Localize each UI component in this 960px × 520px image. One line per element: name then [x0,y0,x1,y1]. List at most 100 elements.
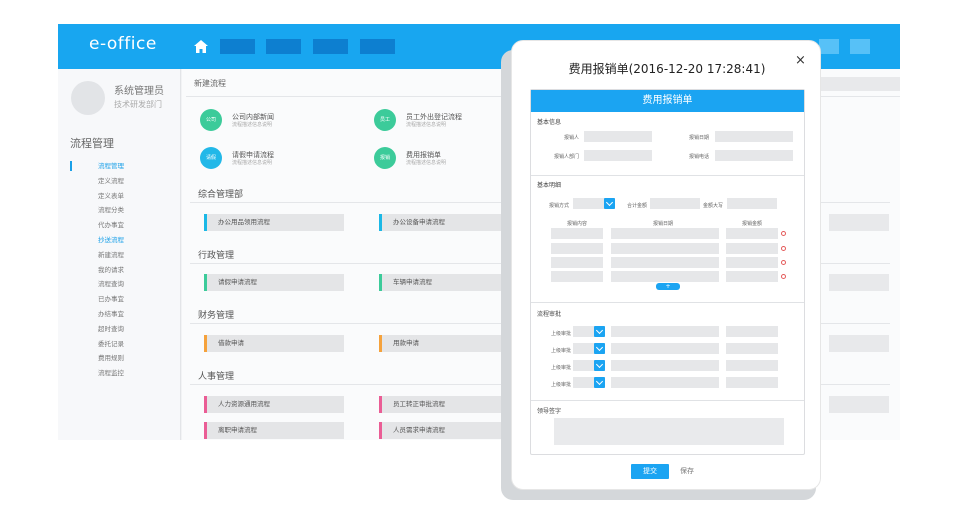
modal-title: 费用报销单(2016-12-20 17:28:41) [568,62,766,76]
delete-row-icon[interactable] [781,260,786,265]
add-row-button[interactable]: + [656,283,680,290]
detail-amount-cell[interactable] [726,257,778,268]
sidebar-item-flow-category[interactable]: 流程分类 [70,203,124,218]
process-item[interactable]: 人员需求申请流程 [379,422,519,439]
process-item[interactable]: 办公设备申请流程 [379,214,519,231]
delete-row-icon[interactable] [781,274,786,279]
total-amount-field[interactable] [650,198,700,209]
detail-date-cell[interactable] [611,243,719,254]
sidebar-menu: 流程管理 定义流程 定义表单 流程分类 代办事宜 抄送流程 新建流程 我的请求 … [70,159,124,381]
sidebar-item-todo[interactable]: 代办事宜 [70,218,124,233]
submit-button[interactable]: 提交 [631,464,669,479]
approval-date-field[interactable] [726,326,778,337]
nav-menu-item-3[interactable] [313,39,348,54]
sidebar-item-fee-rules[interactable]: 费用规则 [70,351,124,366]
process-item[interactable]: 车辆申请流程 [379,274,519,291]
detail-content-cell[interactable] [551,271,603,282]
approval-date-field[interactable] [726,343,778,354]
field-label: 上级审批 [550,382,571,388]
toolbar-button-2[interactable] [850,39,870,54]
approval-comment-field[interactable] [611,377,719,388]
process-item[interactable]: 请假申请流程 [204,274,344,291]
detail-amount-cell[interactable] [726,271,778,282]
flow-badge: 报销 [374,147,396,169]
process-item[interactable] [829,396,889,413]
nav-menu-item-2[interactable] [266,39,301,54]
detail-date-cell[interactable] [611,228,719,239]
amount-in-words-field[interactable] [727,198,777,209]
delete-row-icon[interactable] [781,231,786,236]
app-logo: e-office [89,34,157,54]
approval-date-field[interactable] [726,377,778,388]
approver-select[interactable] [573,360,605,371]
detail-content-cell[interactable] [551,243,603,254]
sidebar-item-define-form[interactable]: 定义表单 [70,189,124,204]
reimburser-field[interactable] [584,131,652,142]
reimburse-date-field[interactable] [715,131,793,142]
delete-row-icon[interactable] [781,246,786,251]
sidebar-item-timeout[interactable]: 超时查询 [70,322,124,337]
detail-amount-cell[interactable] [726,243,778,254]
field-label: 上级审批 [550,365,571,371]
field-label: 报销人部门 [553,154,579,160]
approval-comment-field[interactable] [611,326,719,337]
sidebar-item-monitor[interactable]: 流程监控 [70,366,124,381]
department-field[interactable] [584,150,652,161]
toolbar-button-1[interactable] [819,39,839,54]
avatar[interactable] [71,81,105,115]
column-header: 报销金额 [742,221,763,227]
flow-description: 流程描述信息说明 [406,122,447,128]
sidebar-item-flow-manage[interactable]: 流程管理 [70,159,124,174]
process-item[interactable]: 借款申请 [204,335,344,352]
process-item[interactable] [829,214,889,231]
field-label: 上级审批 [550,331,571,337]
field-label: 报销电话 [688,154,709,160]
chevron-down-icon[interactable] [604,198,615,209]
detail-amount-cell[interactable] [726,228,778,239]
chevron-down-icon[interactable] [594,326,605,337]
approval-comment-field[interactable] [611,343,719,354]
nav-menu-item-4[interactable] [360,39,395,54]
nav-menu-item-1[interactable] [220,39,255,54]
signature-box[interactable] [554,418,784,445]
process-item[interactable]: 办公用品领用流程 [204,214,344,231]
quick-flow-item[interactable]: 请假 请假申请流程 流程描述信息说明 [200,147,380,177]
sidebar-item-delegation[interactable]: 委托记录 [70,337,124,352]
process-item[interactable]: 人力资源通用流程 [204,396,344,413]
sidebar-item-define-flow[interactable]: 定义流程 [70,174,124,189]
approver-select[interactable] [573,343,605,354]
save-button[interactable]: 保存 [680,465,694,478]
sidebar-item-flow-query[interactable]: 流程查询 [70,277,124,292]
process-item[interactable]: 用款申请 [379,335,519,352]
section-title: 综合管理部 [198,190,244,200]
sidebar-item-finished[interactable]: 办结事宜 [70,307,124,322]
approval-date-field[interactable] [726,360,778,371]
payment-method-select[interactable] [573,198,615,209]
flow-badge: 公司 [200,109,222,131]
chevron-down-icon[interactable] [594,377,605,388]
detail-date-cell[interactable] [611,271,719,282]
process-item[interactable]: 员工转正审批流程 [379,396,519,413]
sidebar-item-my-requests[interactable]: 我的请求 [70,263,124,278]
quick-flow-item[interactable]: 公司 公司内部新闻 流程描述信息说明 [200,109,380,139]
phone-field[interactable] [715,150,793,161]
section-title: 财务管理 [198,311,235,321]
section-title: 领导签字 [537,408,562,415]
close-icon[interactable]: × [795,53,806,68]
section-title: 行政管理 [198,251,235,261]
process-item[interactable]: 离职申请流程 [204,422,344,439]
chevron-down-icon[interactable] [594,343,605,354]
detail-content-cell[interactable] [551,257,603,268]
process-item[interactable] [829,274,889,291]
sidebar-item-new-flow[interactable]: 新建流程 [70,248,124,263]
sidebar-item-done[interactable]: 已办事宜 [70,292,124,307]
approver-select[interactable] [573,377,605,388]
home-icon[interactable] [194,40,208,53]
approver-select[interactable] [573,326,605,337]
process-item[interactable] [829,335,889,352]
chevron-down-icon[interactable] [594,360,605,371]
approval-comment-field[interactable] [611,360,719,371]
sidebar-item-cc-flow[interactable]: 抄送流程 [70,233,124,248]
detail-date-cell[interactable] [611,257,719,268]
detail-content-cell[interactable] [551,228,603,239]
